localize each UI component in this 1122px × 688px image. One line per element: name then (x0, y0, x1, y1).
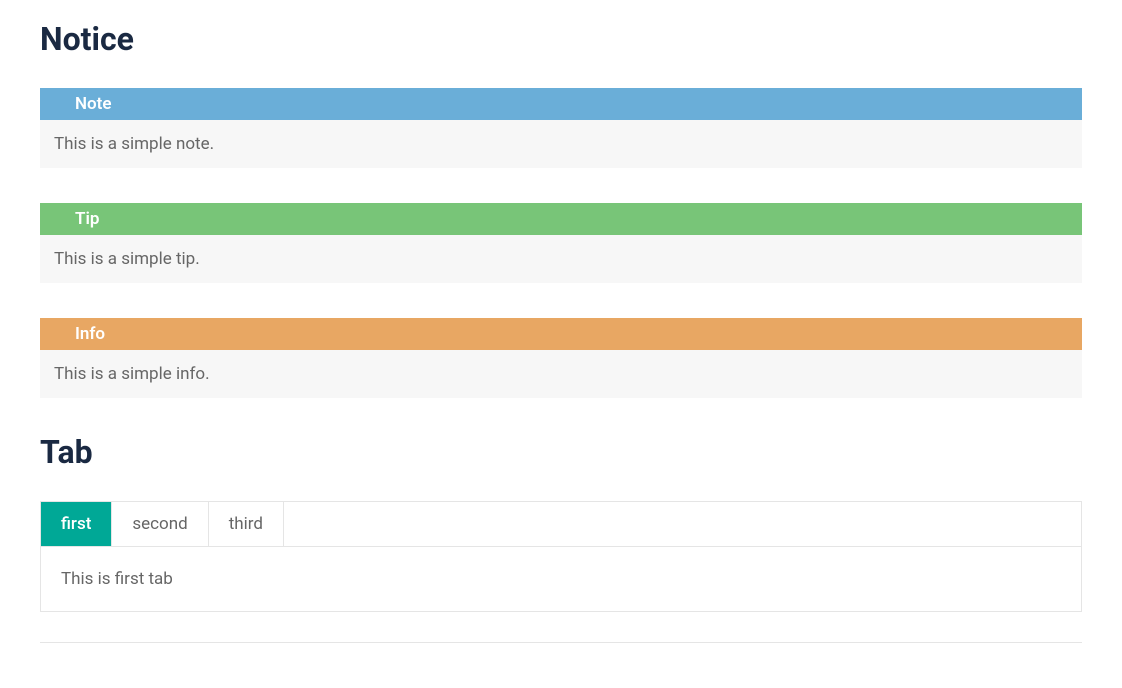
notice-note: Note This is a simple note. (40, 88, 1082, 168)
tab-content: This is first tab (41, 547, 1081, 611)
notice-tip-title: Tip (40, 203, 1082, 235)
notice-tip-body: This is a simple tip. (40, 235, 1082, 283)
tab-second[interactable]: second (112, 502, 208, 546)
notice-info-title: Info (40, 318, 1082, 350)
notice-heading: Notice (40, 20, 1082, 58)
notice-info: Info This is a simple info. (40, 318, 1082, 398)
notice-info-body: This is a simple info. (40, 350, 1082, 398)
divider (40, 642, 1082, 643)
notice-tip: Tip This is a simple tip. (40, 203, 1082, 283)
tab-heading: Tab (40, 433, 1082, 471)
tab-nav: first second third (41, 502, 1081, 547)
tab-container: first second third This is first tab (40, 501, 1082, 612)
notice-note-title: Note (40, 88, 1082, 120)
notice-note-body: This is a simple note. (40, 120, 1082, 168)
tab-third[interactable]: third (209, 502, 284, 546)
tab-first[interactable]: first (41, 502, 112, 546)
